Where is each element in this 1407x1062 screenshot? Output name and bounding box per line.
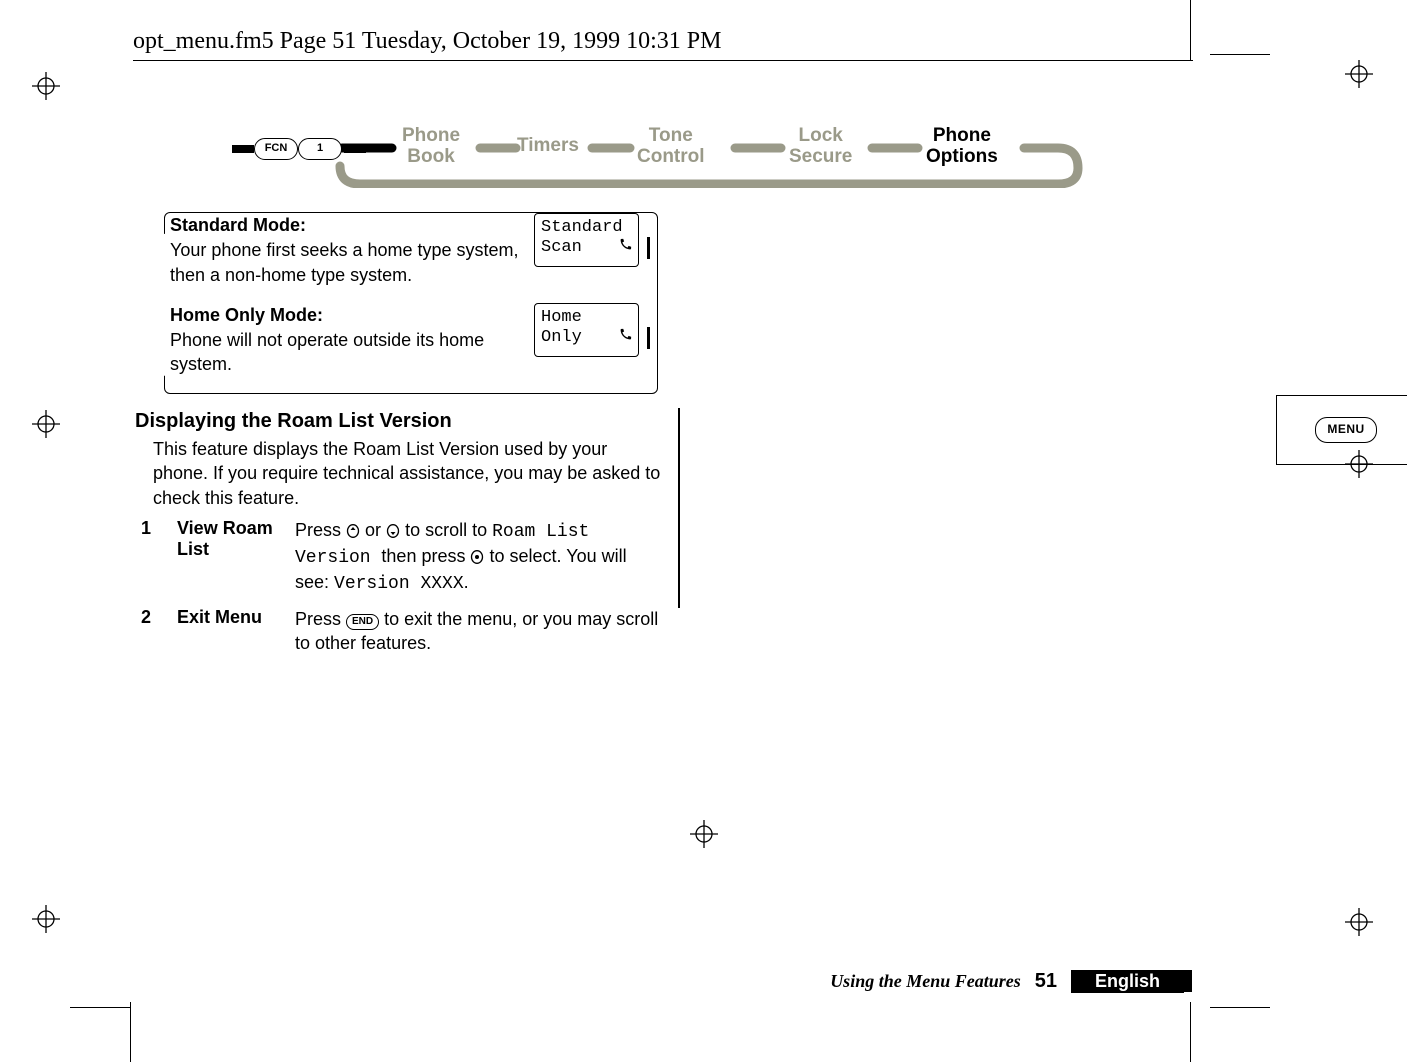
lcd-line1: Home: [541, 308, 632, 328]
mode-title: Standard Mode:: [170, 213, 522, 237]
registration-mark-icon: [1345, 60, 1373, 88]
nav-tone-control: ToneControl: [637, 126, 705, 168]
crop-mark: [1210, 54, 1270, 55]
step-text: .: [464, 572, 469, 592]
section-heading: Displaying the Roam List Version: [135, 410, 665, 433]
step-number: 2: [141, 607, 169, 656]
crop-mark: [1210, 1007, 1270, 1008]
step-number: 1: [141, 518, 169, 597]
lcd-display-home-only: Home Only: [534, 303, 639, 357]
nav-timers: Timers: [517, 136, 579, 157]
footer-caption: Using the Menu Features: [830, 971, 1021, 992]
lcd-line1: Standard: [541, 218, 632, 238]
phone-icon: [618, 328, 632, 349]
step-text: to scroll to: [405, 520, 492, 540]
scroll-up-key-icon: [346, 520, 360, 540]
mode-title: Home Only Mode:: [170, 303, 522, 327]
page-footer: Using the Menu Features 51 English: [130, 968, 1192, 994]
column-divider: [678, 408, 680, 608]
scroll-down-key-icon: [386, 520, 400, 540]
nav-phone-book: PhoneBook: [402, 126, 460, 168]
menu-path-banner: FCN 1 PhoneBook Timers ToneControl LockS…: [232, 130, 1084, 188]
nav-lock-secure: LockSecure: [789, 126, 852, 168]
mode-desc: Phone will not operate outside its home …: [170, 328, 522, 377]
signal-bar-icon: [647, 327, 650, 349]
crop-mark: [1190, 0, 1191, 60]
step-text: Press: [295, 609, 346, 629]
registration-mark-icon: [690, 820, 718, 848]
lcd-line2: Only: [541, 328, 582, 349]
section-paragraph: This feature displays the Roam List Vers…: [153, 437, 665, 510]
step-text: Press: [295, 520, 346, 540]
phone-icon: [618, 238, 632, 259]
step-label: Exit Menu: [177, 607, 287, 656]
footer-trailing-bar-icon: [1184, 970, 1192, 992]
registration-mark-icon: [32, 72, 60, 100]
crop-mark: [130, 1002, 131, 1062]
step-label: View Roam List: [177, 518, 287, 597]
header-rule: [133, 60, 1193, 61]
nav-phone-options: PhoneOptions: [926, 126, 998, 168]
lcd-display-standard: Standard Scan: [534, 213, 639, 267]
step-text: then press: [381, 546, 470, 566]
select-key-icon: [470, 546, 484, 566]
file-header-line: opt_menu.fm5 Page 51 Tuesday, October 19…: [133, 28, 721, 55]
registration-mark-icon: [32, 410, 60, 438]
lcd-line2: Scan: [541, 238, 582, 259]
menu-tab-label: MENU: [1315, 417, 1377, 443]
step-body: Press or to scroll to Roam List Version …: [295, 518, 665, 597]
end-key-icon: END: [346, 614, 379, 630]
crop-mark: [1190, 1002, 1191, 1062]
roam-list-version-section: Displaying the Roam List Version This fe…: [135, 410, 665, 655]
step-body: Press END to exit the menu, or you may s…: [295, 607, 665, 656]
mode-standard-row: Standard Mode: Your phone first seeks a …: [170, 213, 650, 287]
page-number: 51: [1035, 970, 1057, 993]
modes-block: Standard Mode: Your phone first seeks a …: [170, 213, 650, 393]
registration-mark-icon: [32, 905, 60, 933]
mode-home-only-row: Home Only Mode: Phone will not operate o…: [170, 303, 650, 377]
signal-bar-icon: [647, 237, 650, 259]
display-text: Version XXXX: [334, 574, 464, 594]
mode-desc: Your phone first seeks a home type syste…: [170, 238, 522, 287]
crop-mark: [70, 1007, 130, 1008]
registration-mark-icon: [1345, 908, 1373, 936]
step-text: or: [365, 520, 386, 540]
language-tag: English: [1071, 970, 1184, 993]
